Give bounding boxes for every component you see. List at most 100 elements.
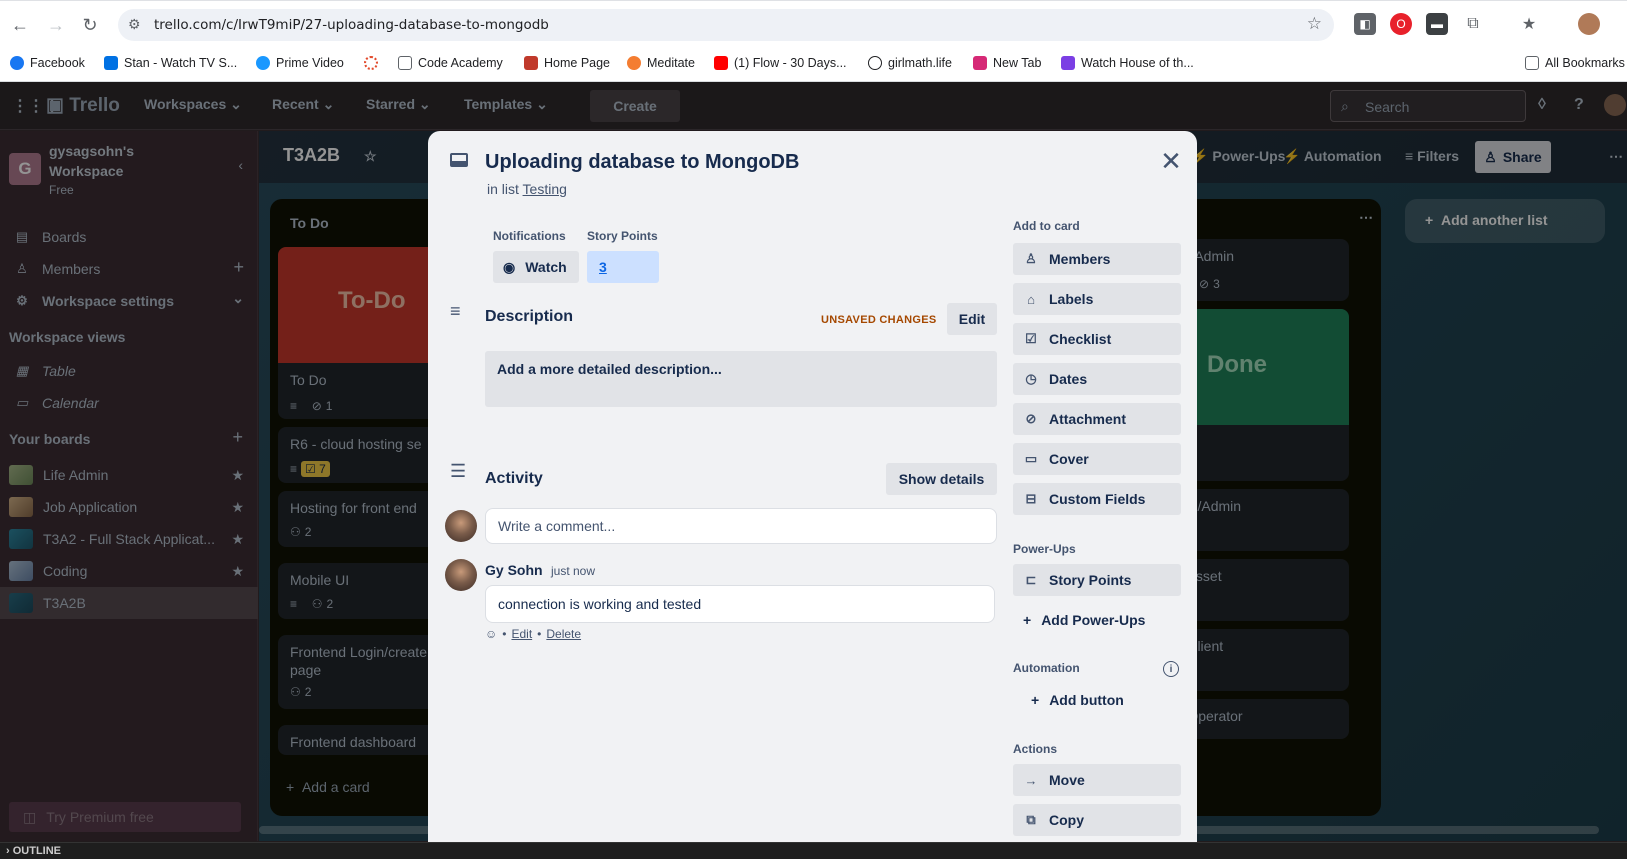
avatar [445, 510, 477, 542]
address-bar[interactable]: ⚙ trello.com/c/IrwT9miP/27-uploading-dat… [118, 9, 1334, 41]
folder-icon [398, 56, 412, 70]
button-label: Dates [1049, 371, 1088, 387]
add-to-card-heading: Add to card [1013, 219, 1080, 233]
edit-comment-link[interactable]: Edit [511, 627, 532, 641]
bookmark-house[interactable]: Watch House of th... [1061, 56, 1194, 70]
bookmarks-bar: Facebook Stan - Watch TV S... Prime Vide… [0, 48, 1627, 82]
dates-button[interactable]: ◷ Dates [1013, 363, 1181, 395]
attachment-button[interactable]: ⊘ Attachment [1013, 403, 1181, 435]
bookmark-label: Stan - Watch TV S... [124, 56, 238, 70]
delete-comment-link[interactable]: Delete [546, 627, 581, 641]
activity-icon: ☰ [450, 461, 467, 481]
bookmark-prime[interactable]: Prime Video [256, 56, 344, 70]
checklist-button[interactable]: ☑ Checklist [1013, 323, 1181, 355]
bookmark-label: Facebook [30, 56, 85, 70]
puzzle-icon[interactable]: ⧉ [1462, 13, 1484, 35]
eye-icon: ◉ [503, 258, 516, 275]
checkbox-icon: ☑ [1025, 331, 1037, 346]
facebook-icon [10, 56, 24, 70]
actions-heading: Actions [1013, 742, 1058, 756]
labels-button[interactable]: ⌂ Labels [1013, 283, 1181, 315]
cover-button[interactable]: ▭ Cover [1013, 443, 1181, 475]
bookmark-new-tab[interactable]: New Tab [973, 56, 1041, 70]
story-points-value[interactable]: 3 [587, 251, 659, 283]
home-page-icon [524, 56, 538, 70]
info-icon[interactable]: i [1163, 661, 1179, 677]
folder-icon [1525, 56, 1539, 70]
add-button-button[interactable]: + Add button [1021, 684, 1189, 716]
stan-icon [104, 56, 118, 70]
cover-icon: ▭ [1024, 451, 1038, 466]
watch-button[interactable]: ◉ Watch [493, 251, 579, 283]
outline-panel-header[interactable]: › OUTLINE [0, 842, 1627, 859]
site-info-icon[interactable]: ⚙ [128, 16, 141, 33]
bookmarks-star-icon[interactable]: ★ [1518, 13, 1540, 35]
card-icon [450, 153, 468, 167]
bookmark-label: (1) Flow - 30 Days... [734, 56, 847, 70]
extension-icon[interactable]: ▬ [1426, 13, 1448, 35]
button-label: Copy [1049, 812, 1084, 828]
profile-avatar[interactable] [1578, 13, 1600, 35]
globe-icon [868, 56, 882, 70]
bookmark-flow[interactable]: (1) Flow - 30 Days... [714, 56, 847, 70]
copy-button[interactable]: ⧉ Copy [1013, 804, 1181, 836]
outline-label: OUTLINE [12, 845, 62, 857]
button-label: Labels [1049, 291, 1094, 307]
browser-toolbar: ← → ↻ ⚙ trello.com/c/IrwT9miP/27-uploadi… [0, 0, 1627, 48]
bookmark-label: Watch House of th... [1081, 56, 1194, 70]
notifications-label: Notifications [493, 229, 566, 243]
watch-label: Watch [525, 259, 567, 275]
bookmark-all[interactable]: All Bookmarks [1525, 56, 1625, 70]
list-link[interactable]: Testing [523, 181, 567, 197]
add-power-ups-button[interactable]: + Add Power-Ups [1013, 604, 1181, 636]
comment-timestamp[interactable]: just now [551, 564, 595, 578]
paperclip-icon: ⊘ [1025, 411, 1037, 426]
show-details-button[interactable]: Show details [886, 463, 997, 495]
bookmark-star-icon[interactable]: ☆ [1307, 14, 1322, 34]
reload-icon[interactable]: ↻ [76, 11, 104, 39]
story-points-label: Story Points [587, 229, 658, 243]
bookmark-girlmath[interactable]: girlmath.life [868, 56, 952, 70]
tag-icon: ⌂ [1027, 291, 1035, 307]
button-label: Custom Fields [1049, 491, 1146, 507]
bookmark-code-academy[interactable]: Code Academy [398, 56, 503, 70]
in-list-prefix: in list [487, 181, 519, 197]
bookmark-label: Home Page [544, 56, 611, 70]
bookmark-meditate[interactable]: Meditate [627, 56, 695, 70]
description-field[interactable]: Add a more detailed description... [485, 351, 997, 407]
card-detail-modal: ✕ Uploading database to MongoDB in list … [428, 131, 1197, 843]
card-title[interactable]: Uploading database to MongoDB [485, 151, 799, 174]
bookmark-home-page[interactable]: Home Page [524, 56, 610, 70]
button-label: Members [1049, 251, 1111, 267]
forward-icon[interactable]: → [42, 11, 70, 39]
custom-fields-button[interactable]: ⊟ Custom Fields [1013, 483, 1181, 515]
back-icon[interactable]: ← [6, 11, 34, 39]
add-reaction-icon[interactable]: ☺ [485, 627, 497, 641]
avatar [445, 559, 477, 591]
button-label: Attachment [1049, 411, 1127, 427]
activity-heading: Activity [485, 470, 543, 487]
opera-icon[interactable]: O [1390, 13, 1412, 35]
comment-input[interactable]: Write a comment... [485, 508, 997, 544]
bookmark-stan[interactable]: Stan - Watch TV S... [104, 56, 237, 70]
button-label: Move [1049, 772, 1085, 788]
edit-description-button[interactable]: Edit [947, 303, 997, 335]
person-icon: ♙ [1025, 251, 1037, 266]
copy-icon: ⧉ [1026, 812, 1036, 827]
move-button[interactable]: → Move [1013, 764, 1181, 796]
members-button[interactable]: ♙ Members [1013, 243, 1181, 275]
button-label: Cover [1049, 451, 1089, 467]
loading-icon [364, 56, 378, 70]
prime-icon [256, 56, 270, 70]
automation-heading: Automation [1013, 661, 1080, 675]
url-text: trello.com/c/IrwT9miP/27-uploading-datab… [154, 17, 549, 33]
comment-body: connection is working and tested [485, 585, 995, 623]
story-points-powerup-button[interactable]: ⊏ Story Points [1013, 564, 1181, 596]
extension-icon[interactable]: ◧ [1354, 13, 1376, 35]
headspace-icon [627, 56, 641, 70]
bookmark-label: Meditate [647, 56, 695, 70]
close-icon[interactable]: ✕ [1155, 145, 1187, 177]
bookmark-loading[interactable] [364, 56, 378, 70]
bookmark-facebook[interactable]: Facebook [10, 56, 85, 70]
comment-author[interactable]: Gy Sohn [485, 562, 543, 578]
